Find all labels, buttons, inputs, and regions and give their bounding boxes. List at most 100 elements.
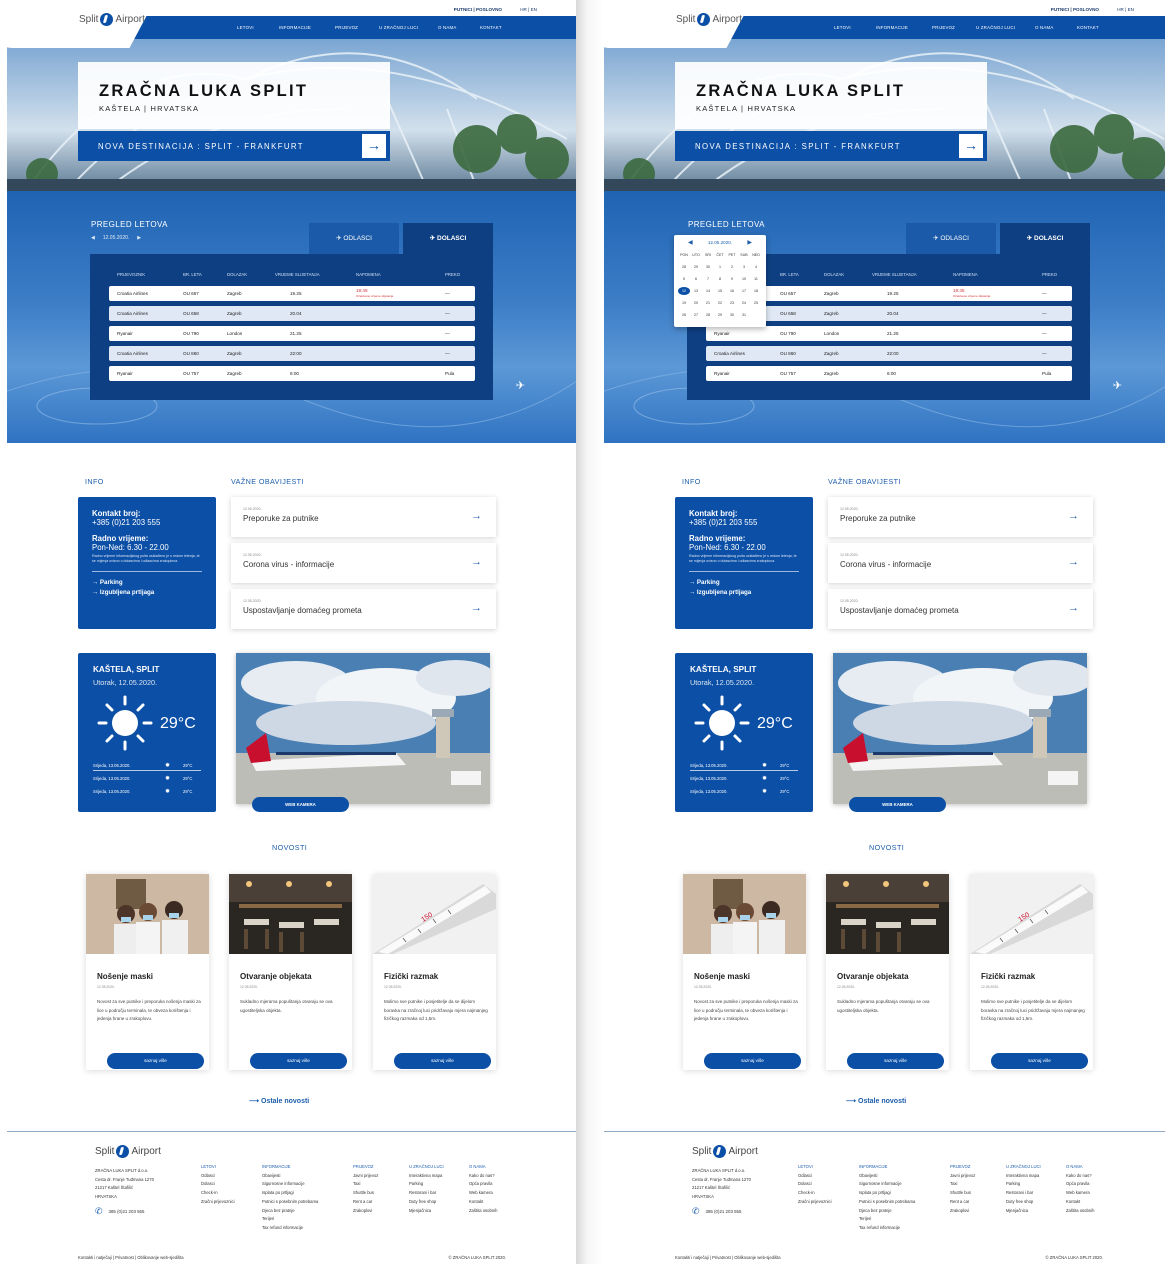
nav-item-letovi[interactable]: LETOVI [237,25,254,30]
footer-link[interactable]: Opća pravila [1066,1180,1094,1189]
tab-arrivals[interactable]: ✈ DOLASCI [1000,223,1090,254]
notice-card[interactable]: 12.05.2020. Uspostavljanje domaćeg prome… [231,589,496,629]
calendar-day[interactable]: 25 [750,301,762,305]
footer-column-heading[interactable]: U ZRAČNOJ LUCI [409,1163,444,1172]
table-row[interactable]: Croatia Airlines OU 657 Zagreb 19.25 19:45 — O… [109,286,475,301]
news-card[interactable]: Otvaranje objekata 12.05.2020. Sukladno … [229,874,352,1070]
footer-link[interactable]: Restorani i bar [1006,1189,1041,1198]
arrow-right-icon[interactable]: → [471,556,482,568]
footer-link[interactable]: Obavijesti [262,1172,318,1181]
news-card[interactable]: Nošenje maski 12.05.2020. Novost za sve … [683,874,806,1070]
footer-link[interactable]: Odlasci [798,1172,832,1181]
read-more-button[interactable]: saznaj više [107,1053,204,1069]
footer-link[interactable]: Check-in [201,1189,235,1198]
calendar-day[interactable]: 18 [750,289,762,293]
calendar-day[interactable]: 11 [750,277,762,281]
footer-link[interactable]: Dolasci [798,1180,832,1189]
contact-phone[interactable]: +385 (0)21 203 555 [92,518,202,527]
site-logo[interactable]: Split Airport [79,13,145,26]
footer-link[interactable]: Kontakt [469,1198,497,1207]
read-more-button[interactable]: saznaj više [847,1053,944,1069]
table-row[interactable]: Croatia Airlines OU 658 Zagreb 20.04 — [109,306,475,321]
nav-item-u-zracnoj-luci[interactable]: U ZRAČNOJ LUCI [976,25,1015,30]
tab-arrivals[interactable]: ✈ DOLASCI [403,223,493,254]
tab-departures[interactable]: ✈ ODLASCI [906,223,996,254]
notice-card[interactable]: 12.05.2020. Preporuke za putnike → [828,497,1093,537]
calendar-day[interactable]: 27 [690,313,702,317]
footer-link[interactable]: Kako do nas? [469,1172,497,1181]
date-prev-icon[interactable]: ◀ [91,235,95,241]
date-picker-popup[interactable]: 12.05.2020. ◀ ▶ PON UTO SRI ČET PET SUB NED 28 29 30… [674,235,766,327]
calendar-day[interactable]: 28 [678,265,690,269]
webcam-button[interactable]: WEB KAMERA [849,797,946,812]
language-switch[interactable]: HR | EN [1117,7,1134,12]
footer-phone[interactable]: ✆ 385 (0)21 203 555 [692,1206,741,1217]
footer-link[interactable]: Zaštita osobnih [469,1207,497,1216]
arrow-right-icon[interactable]: → [362,134,386,158]
footer-phone[interactable]: ✆ 385 (0)21 203 555 [95,1206,144,1217]
footer-logo[interactable]: Split Airport [692,1145,758,1158]
footer-link[interactable]: Isplata po prtljagi [262,1189,318,1198]
footer-link[interactable]: Rent a car [950,1198,975,1207]
calendar-day[interactable]: 31 [738,313,750,317]
footer-link[interactable]: Mjenjačnica [409,1207,444,1216]
calendar-day[interactable]: 6 [690,277,702,281]
footer-link[interactable]: Odlasci [201,1172,235,1181]
arrow-right-icon[interactable]: → [959,134,983,158]
table-row[interactable]: Croatia Airlines OU 860 Zagreb 22:00 — [706,346,1072,361]
footer-link[interactable]: Interaktivna mapa [409,1172,444,1181]
calendar-day[interactable]: 23 [726,301,738,305]
news-card[interactable]: 150 Fizički razmak 12.05.2020. Molimo sv… [970,874,1093,1070]
footer-legal-links[interactable]: Kontakti i natječaji | Privatnost | Obli… [78,1255,184,1260]
footer-link[interactable]: Zračni prijevoznici [798,1198,832,1207]
footer-link[interactable]: Duty free shop [409,1198,444,1207]
calendar-day[interactable]: 7 [702,277,714,281]
footer-link[interactable]: Sigurnosne informacije [859,1180,915,1189]
calendar-day[interactable]: 30 [726,313,738,317]
table-row[interactable]: Croatia Airlines OU 860 Zagreb 22:00 — [109,346,475,361]
read-more-button[interactable]: saznaj više [250,1053,347,1069]
more-news-link[interactable]: ⟶ Ostale novosti [249,1097,309,1105]
calendar-day[interactable]: 14 [702,289,714,293]
webcam-photo[interactable] [833,653,1087,804]
table-row[interactable]: Ryanair OU 790 London 21.25 — [109,326,475,341]
calendar-day[interactable]: 13 [690,289,702,293]
footer-link[interactable]: Sigurnosne informacije [262,1180,318,1189]
calendar-day[interactable]: 21 [702,301,714,305]
audience-links[interactable]: PUTNICI | POSLOVNO [454,7,502,12]
footer-link[interactable]: Javni prijevoz [353,1172,378,1181]
footer-link[interactable]: Check-in [798,1189,832,1198]
footer-link[interactable]: Putnici s posebnim potrebama [262,1198,318,1207]
footer-link[interactable]: Putnici s posebnim potrebama [859,1198,915,1207]
calendar-day[interactable]: 8 [714,277,726,281]
calendar-day[interactable]: 24 [738,301,750,305]
notice-card[interactable]: 12.05.2020. Corona virus - informacije → [231,543,496,583]
footer-link[interactable]: Zračni prijevoznici [201,1198,235,1207]
footer-link[interactable]: Shuttle bus [353,1189,378,1198]
footer-link[interactable]: Zrakoplovi [353,1207,378,1216]
calendar-day[interactable]: 29 [714,313,726,317]
nav-item-kontakt[interactable]: KONTAKT [1077,25,1099,30]
tab-departures[interactable]: ✈ ODLASCI [309,223,399,254]
contact-phone[interactable]: +385 (0)21 203 555 [689,518,799,527]
read-more-button[interactable]: saznaj više [704,1053,801,1069]
footer-column-heading[interactable]: LETOVI [201,1163,235,1172]
notice-card[interactable]: 12.05.2020. Uspostavljanje domaćeg prome… [828,589,1093,629]
footer-link[interactable]: Isplata po prtljagi [859,1189,915,1198]
calendar-day[interactable]: 29 [690,265,702,269]
nav-item-informacije[interactable]: INFORMACIJE [876,25,908,30]
footer-link[interactable]: Tax refund informacije [262,1224,318,1233]
footer-logo[interactable]: Split Airport [95,1145,161,1158]
footer-link[interactable]: Parking [409,1180,444,1189]
calendar-day[interactable]: 22 [714,301,726,305]
footer-link[interactable]: Javni prijevoz [950,1172,975,1181]
read-more-button[interactable]: saznaj više [394,1053,491,1069]
calendar-day[interactable]: 19 [678,301,690,305]
new-destination-banner[interactable]: NOVA DESTINACIJA : SPLIT - FRANKFURT → [675,131,987,161]
arrow-right-icon[interactable]: → [1068,510,1079,522]
footer-column-heading[interactable]: PRIJEVOZ [950,1163,975,1172]
lost-luggage-link[interactable]: → Izgubljena prtljaga [92,588,202,598]
audience-links[interactable]: PUTNICI | POSLOVNO [1051,7,1099,12]
nav-item-informacije[interactable]: INFORMACIJE [279,25,311,30]
footer-link[interactable]: Opća pravila [469,1180,497,1189]
